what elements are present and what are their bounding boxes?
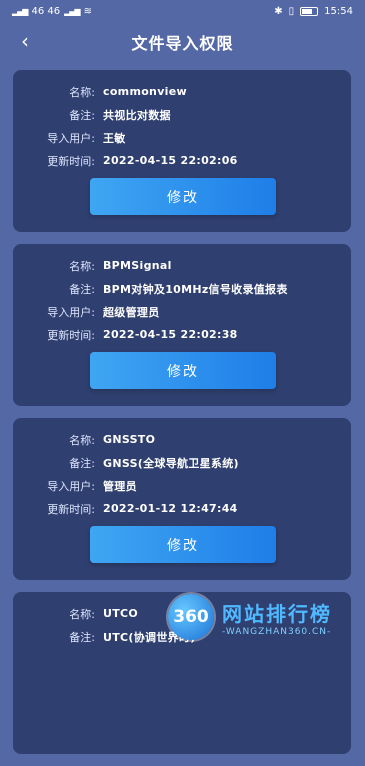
name-value: UTCO xyxy=(103,607,139,620)
signal-icon: ▂▄▆ xyxy=(12,6,29,16)
wifi-icon: ≋ xyxy=(83,5,92,17)
name-value: commonview xyxy=(103,85,187,98)
chevron-left-icon: ‹ xyxy=(21,29,29,53)
note-value: GNSS(全球导航卫星系统) xyxy=(103,456,239,470)
time-label: 更新时间: xyxy=(47,154,95,168)
watermark-logo: 360 xyxy=(168,594,214,640)
status-right: ✱ ▯ 15:54 xyxy=(274,6,353,17)
watermark-cn: 网站排行榜 xyxy=(222,601,332,626)
note-label: 备注: xyxy=(69,282,95,296)
user-label: 导入用户: xyxy=(47,479,95,493)
time-value: 2022-01-12 12:47:44 xyxy=(103,502,238,515)
note-label: 备注: xyxy=(69,108,95,122)
back-button[interactable]: ‹ xyxy=(14,29,36,53)
battery-icon xyxy=(300,6,319,16)
network-label: 46 46 xyxy=(31,5,61,17)
name-value: GNSSTO xyxy=(103,433,156,446)
watermark-en: -WANGZHAN360.CN- xyxy=(222,626,332,637)
watermark-text: 网站排行榜 -WANGZHAN360.CN- xyxy=(222,598,332,637)
name-label: 名称: xyxy=(69,85,95,99)
bluetooth-icon: ✱ xyxy=(274,5,283,17)
edit-button[interactable]: 修改 xyxy=(90,178,276,215)
edit-button[interactable]: 修改 xyxy=(90,526,276,563)
vibrate-icon: ▯ xyxy=(288,5,295,17)
signal-icon-2: ▂▄▆ xyxy=(64,6,81,16)
time-label: 更新时间: xyxy=(47,328,95,342)
note-value: 共视比对数据 xyxy=(103,108,171,122)
watermark: 360 网站排行榜 -WANGZHAN360.CN- xyxy=(168,588,358,646)
permission-card: 名称: commonview 备注: 共视比对数据 导入用户: 王敏 更新时间: 202… xyxy=(13,70,351,232)
user-value: 管理员 xyxy=(103,479,137,493)
time-value: 2022-04-15 22:02:06 xyxy=(103,154,238,167)
note-value: BPM对钟及10MHz信号收录值报表 xyxy=(103,282,288,296)
permission-card: 名称: BPMSignal 备注: BPM对钟及10MHz信号收录值报表 导入用户:… xyxy=(13,244,351,406)
status-left: ▂▄▆ 46 46 ▂▄▆ ≋ xyxy=(12,6,92,17)
permission-list[interactable]: 名称: commonview 备注: 共视比对数据 导入用户: 王敏 更新时间: 202… xyxy=(13,70,351,766)
status-time: 15:54 xyxy=(324,5,353,17)
page-title: 文件导入权限 xyxy=(131,34,234,53)
name-label: 名称: xyxy=(69,259,95,273)
user-value: 超级管理员 xyxy=(103,305,160,319)
user-label: 导入用户: xyxy=(47,131,95,145)
permission-card: 名称: GNSSTO 备注: GNSS(全球导航卫星系统) 导入用户: 管理员 更新时… xyxy=(13,418,351,580)
header: ‹ 文件导入权限 xyxy=(0,22,365,62)
note-label: 备注: xyxy=(69,456,95,470)
name-value: BPMSignal xyxy=(103,259,172,272)
edit-button[interactable]: 修改 xyxy=(90,352,276,389)
status-bar: ▂▄▆ 46 46 ▂▄▆ ≋ ✱ ▯ 15:54 xyxy=(0,0,365,22)
time-value: 2022-04-15 22:02:38 xyxy=(103,328,238,341)
user-label: 导入用户: xyxy=(47,305,95,319)
time-label: 更新时间: xyxy=(47,502,95,516)
user-value: 王敏 xyxy=(103,131,126,145)
name-label: 名称: xyxy=(69,607,95,621)
name-label: 名称: xyxy=(69,433,95,447)
note-label: 备注: xyxy=(69,630,95,644)
